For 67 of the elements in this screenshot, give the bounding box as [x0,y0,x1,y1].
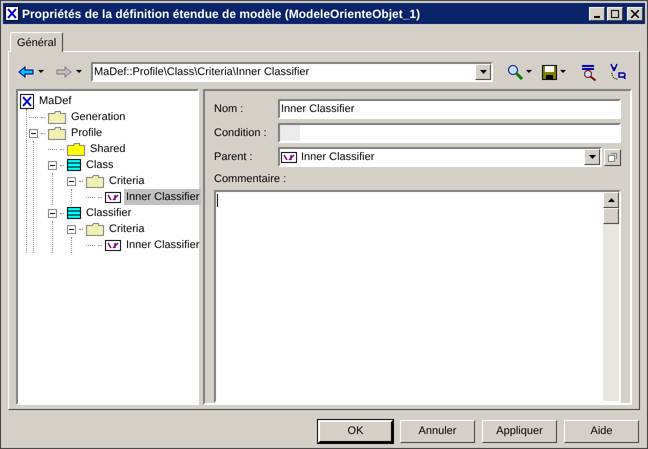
tree-item[interactable]: Criteria [107,173,146,189]
comment-label: Commentaire : [214,172,288,187]
caret-icon[interactable] [76,70,82,74]
caret-icon[interactable] [560,70,566,74]
path-combo-box[interactable]: MaDef::Profile\Class\Criteria\Inner Classifier [91,62,493,82]
tree-item[interactable]: Class [84,157,116,173]
maximize-button[interactable] [607,6,623,20]
folder-icon [48,126,66,140]
tree-item[interactable]: Classifier [84,205,134,221]
tree-item[interactable]: Generation [69,109,128,125]
tab[interactable]: Général [10,32,64,52]
back-arrow-icon[interactable] [18,66,34,78]
class-icon [67,207,81,219]
parent-combo-box[interactable]: Inner Classifier [278,147,602,167]
folder-icon [67,142,85,156]
tree-item[interactable]: Shared [88,141,128,157]
maximize-icon [611,10,619,18]
scroll-up-button[interactable] [603,192,619,208]
collapse-toggle[interactable] [67,176,76,186]
folder-icon [86,222,104,236]
model-icon [20,94,34,108]
dialog-button[interactable]: OK [318,420,393,443]
dropdown-button[interactable] [475,64,491,80]
scroll-bar[interactable] [603,192,619,401]
condition-field[interactable] [278,123,621,143]
caret-icon [588,155,596,159]
minimize-button[interactable] [589,6,605,20]
dialog-button[interactable]: Appliquer [482,420,557,443]
comment-field[interactable] [214,190,621,403]
parent-label: Parent : [214,150,254,165]
properties-icon [608,152,617,162]
criterion-icon [105,240,121,250]
name-label: Nom : [214,102,244,117]
spellcheck-icon[interactable] [580,64,598,80]
close-button[interactable] [627,6,643,20]
caret-icon [480,70,486,74]
dialog-button[interactable]: Annuler [400,420,475,443]
properties-button[interactable] [604,148,621,166]
collapse-toggle[interactable] [29,128,38,138]
tree-item[interactable]: Profile [69,125,104,141]
save-icon[interactable] [542,64,557,80]
tree-item[interactable]: Criteria [107,221,146,237]
tree-item[interactable]: Inner Classifier [124,237,202,253]
dropdown-button[interactable] [584,149,600,165]
folder-icon [86,174,104,188]
model-icon [5,6,19,21]
up-arrow-icon [608,198,614,202]
search-icon[interactable] [507,64,523,80]
scroll-thumb[interactable] [603,208,619,224]
collapse-toggle[interactable] [48,208,57,218]
collapse-toggle[interactable] [67,224,76,234]
collapse-toggle[interactable] [48,160,57,170]
tree-item[interactable]: MaDef [37,93,74,109]
window-title: Propriétés de la définition étendue de modèle (ModeleOrienteObjet_1) [22,6,420,22]
name-field[interactable]: Inner Classifier [278,99,621,119]
criterion-icon [105,192,121,202]
minimize-icon [594,16,600,18]
condition-label: Condition : [214,126,268,141]
tree-item[interactable]: Inner Classifier [124,189,202,205]
caret-icon[interactable] [526,70,532,74]
close-icon [631,10,639,18]
folder-icon [48,110,66,124]
dialog-button[interactable]: Aide [564,420,639,443]
class-icon [67,159,81,171]
rename-icon[interactable] [608,63,626,81]
criterion-icon [281,152,297,162]
caret-icon[interactable] [38,70,44,74]
